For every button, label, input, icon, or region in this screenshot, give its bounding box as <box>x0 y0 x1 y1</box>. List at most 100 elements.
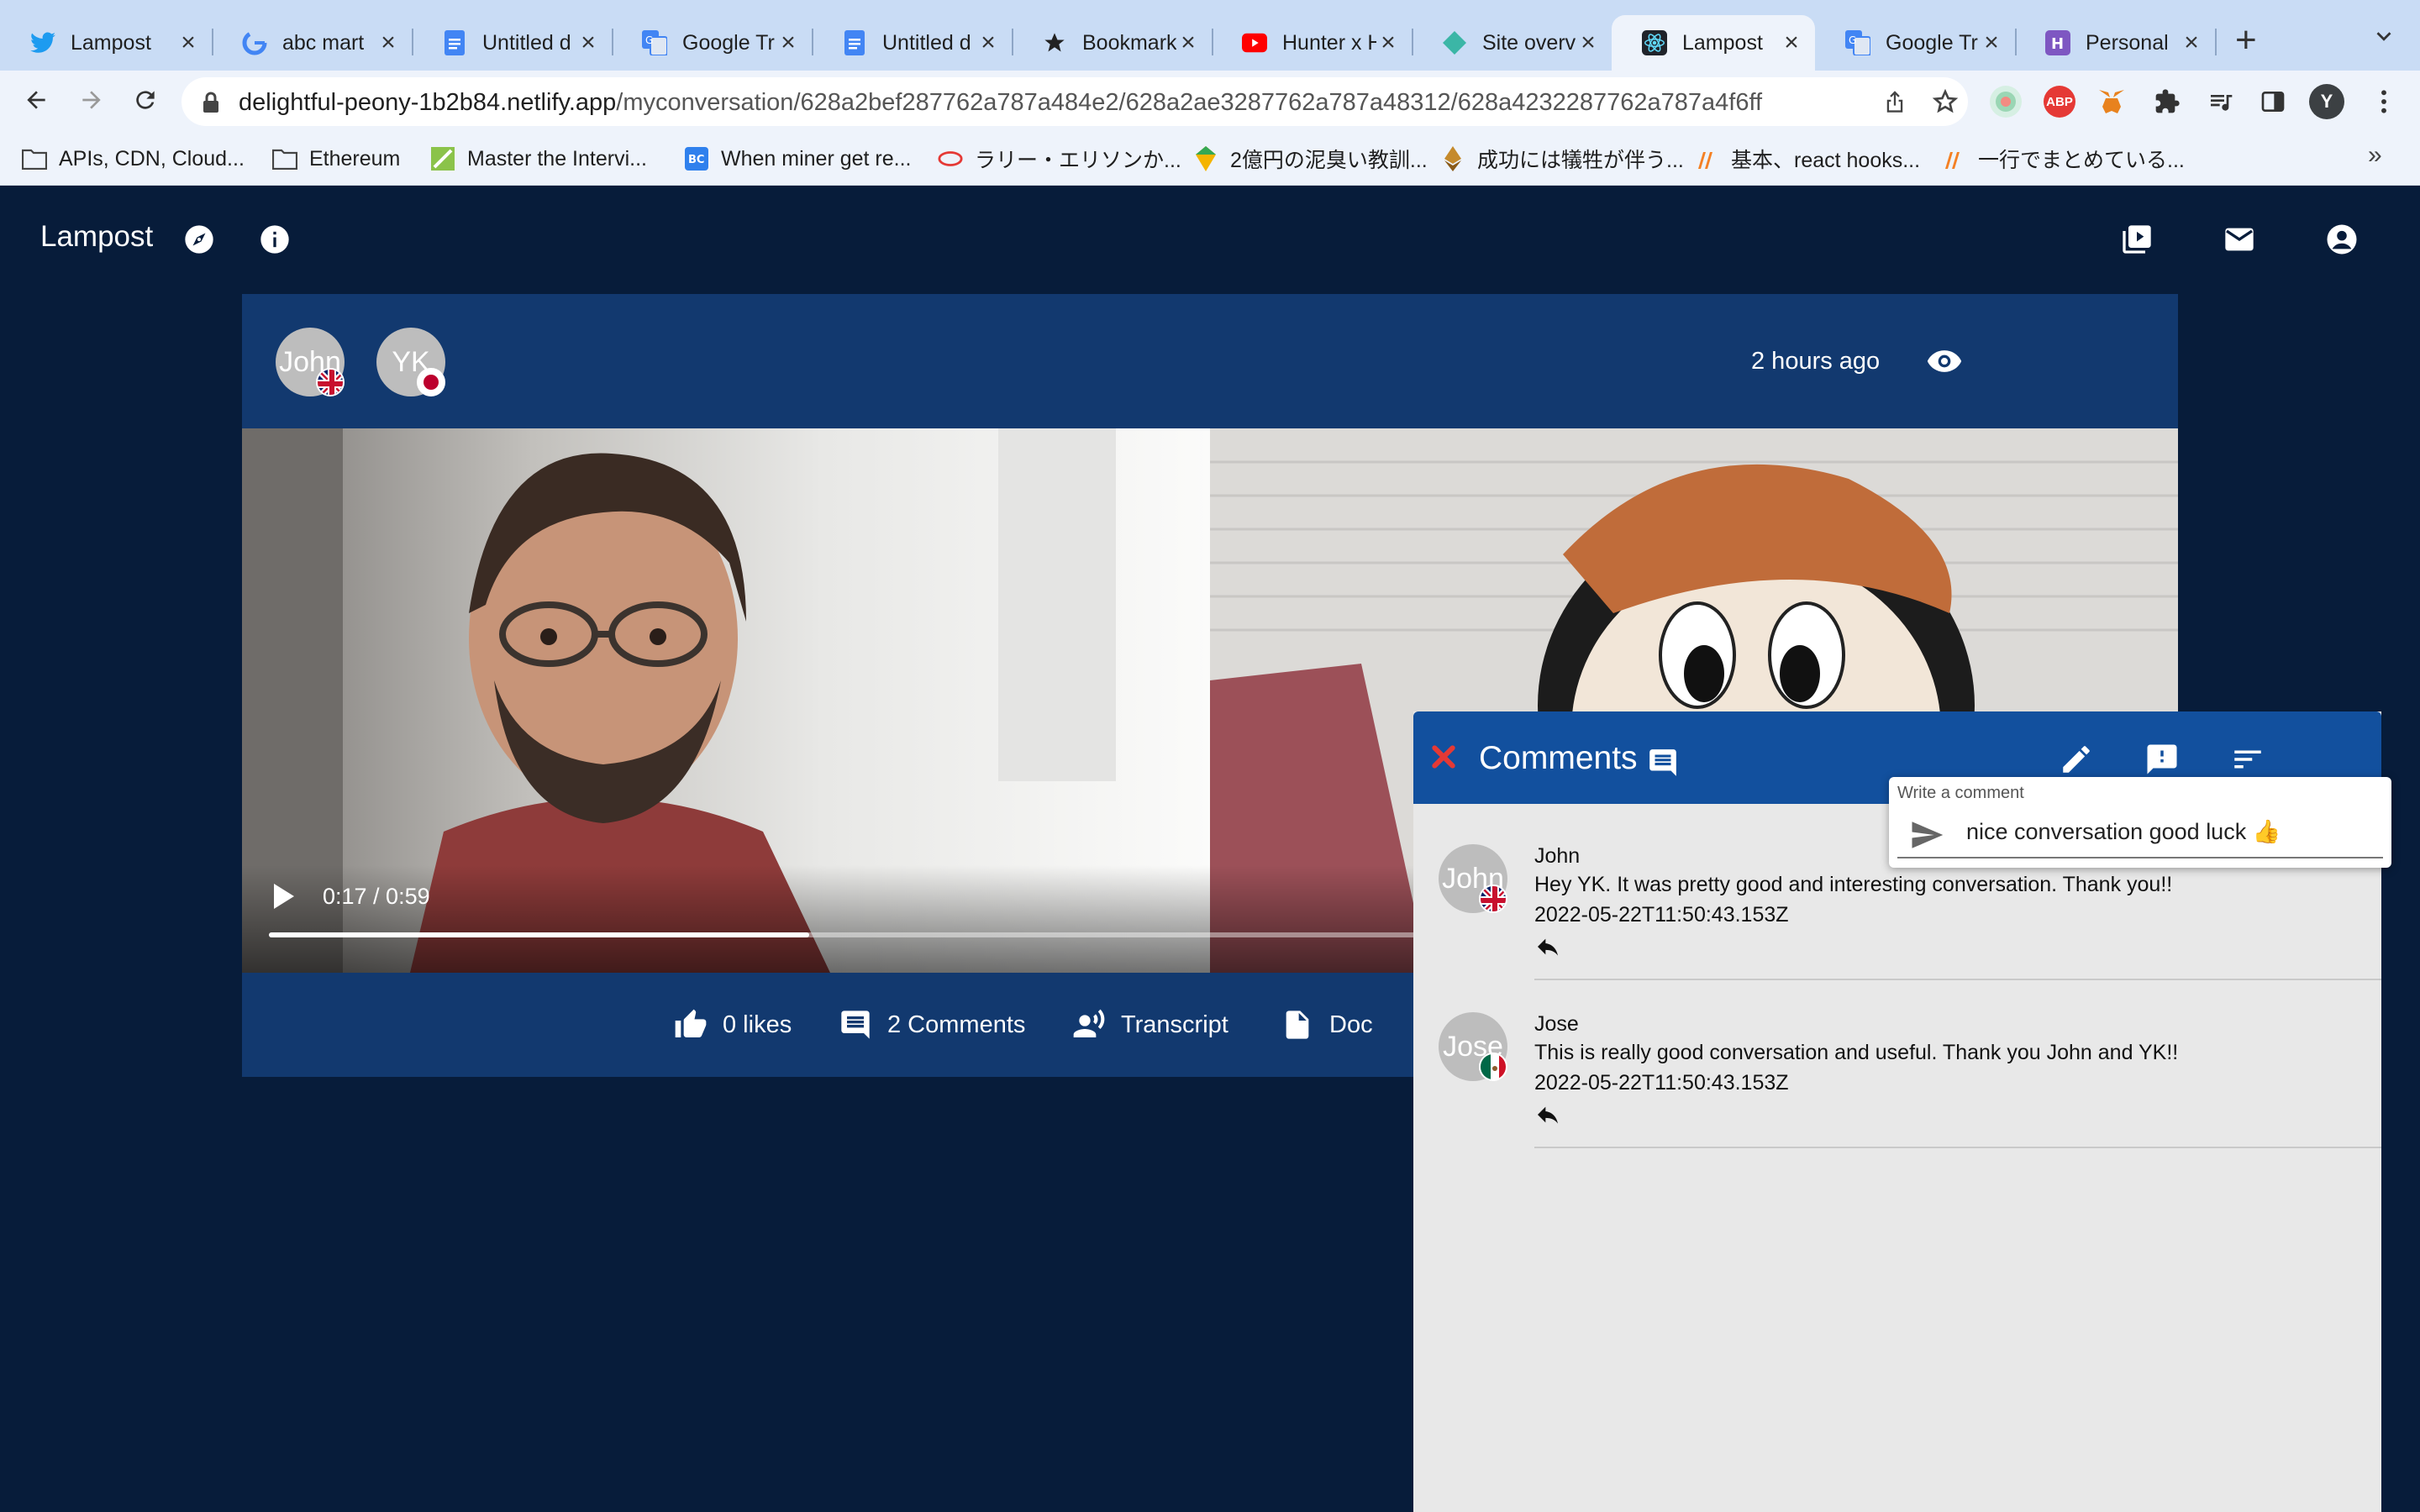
play-icon[interactable] <box>271 882 296 911</box>
close-icon[interactable] <box>1430 743 1457 770</box>
bookmark-link[interactable]: 基本、react hooks... <box>1694 143 1920 175</box>
adblock-icon[interactable]: ABP <box>2044 86 2075 118</box>
send-icon[interactable] <box>1909 817 1944 853</box>
address-bar[interactable]: delightful-peony-1b2b84.netlify.app/myco… <box>182 77 1968 126</box>
browser-tab[interactable]: Site overv × <box>1412 15 1612 71</box>
edit-pencil-icon[interactable] <box>2059 742 2094 777</box>
avatar[interactable]: YK <box>376 328 445 396</box>
bookmark-link[interactable]: Master the Intervi... <box>430 143 647 175</box>
site-icon: BC <box>684 147 709 171</box>
bookmark-link[interactable]: ラリー・エリソンか... <box>938 143 1181 175</box>
tab-title: Google Tr <box>682 30 775 55</box>
comment-date: 2022-05-22T11:50:43.153Z <box>1534 1071 1789 1095</box>
tab-close-icon[interactable]: × <box>1576 29 1600 57</box>
avatar[interactable]: John <box>276 328 345 396</box>
like-button[interactable]: 0 likes <box>674 1005 792 1045</box>
bookmark-folder[interactable]: Ethereum <box>272 143 400 175</box>
conversation-header: John YK 2 hours ago <box>242 294 2178 428</box>
lock-icon[interactable] <box>202 92 220 113</box>
twitter-icon <box>30 30 55 55</box>
youtube-icon <box>1242 30 1267 55</box>
reply-icon[interactable] <box>1534 1101 1563 1130</box>
bookmark-folder[interactable]: APIs, CDN, Cloud... <box>22 143 245 175</box>
tab-search-icon[interactable] <box>2371 24 2396 49</box>
tab-close-icon[interactable]: × <box>1376 29 1400 57</box>
browser-menu-icon[interactable] <box>2368 86 2400 118</box>
tab-close-icon[interactable]: × <box>1780 29 1803 57</box>
bookmark-label: Ethereum <box>309 146 401 171</box>
comment-author: Jose <box>1534 1012 1579 1036</box>
browser-tab[interactable]: G Google Tr × <box>1815 15 2015 71</box>
media-control-icon[interactable] <box>2205 86 2237 118</box>
avatar[interactable]: Jose <box>1439 1012 1507 1081</box>
reply-icon[interactable] <box>1534 933 1563 962</box>
mail-icon[interactable] <box>2222 222 2257 257</box>
tab-close-icon[interactable]: × <box>976 29 1000 57</box>
browser-tab[interactable]: Hunter x H × <box>1212 15 1412 71</box>
docs-icon <box>442 30 467 55</box>
transcript-label: Transcript <box>1121 1011 1228 1038</box>
tab-close-icon[interactable]: × <box>1176 29 1200 57</box>
bookmark-link[interactable]: 一行でまとめている... <box>1941 143 2185 175</box>
share-icon[interactable] <box>1881 87 1909 116</box>
svg-text:G: G <box>1849 34 1856 46</box>
tab-close-icon[interactable]: × <box>2180 29 2203 57</box>
tab-title: Lampost <box>71 30 151 55</box>
extensions-puzzle-icon[interactable] <box>2151 86 2183 118</box>
doc-button[interactable]: Doc <box>1281 1005 1373 1045</box>
speaker-voice-icon <box>1072 1008 1106 1042</box>
bookmark-label: 一行でまとめている... <box>1978 149 2185 172</box>
comments-button[interactable]: 2 Comments <box>839 1005 1025 1045</box>
tab-close-icon[interactable]: × <box>1980 29 2003 57</box>
info-icon[interactable] <box>257 222 292 257</box>
eye-icon[interactable] <box>1926 343 1963 380</box>
mexico-flag-icon <box>1479 1053 1507 1081</box>
explore-compass-icon[interactable] <box>182 222 217 257</box>
tab-close-icon[interactable]: × <box>176 29 200 57</box>
likes-count: 0 likes <box>723 1011 792 1038</box>
metamask-icon[interactable] <box>2096 86 2128 118</box>
url-host: delightful-peony-1b2b84.netlify.app <box>239 89 617 116</box>
url-text[interactable]: delightful-peony-1b2b84.netlify.app/myco… <box>239 89 1762 117</box>
avatar[interactable]: John <box>1439 844 1507 913</box>
browser-tab[interactable]: Bookmark × <box>1012 15 1212 71</box>
profile-avatar[interactable]: Y <box>2309 84 2344 119</box>
bookmark-link[interactable]: 2億円の泥臭い教訓... <box>1193 143 1428 175</box>
feedback-icon[interactable] <box>2144 742 2180 777</box>
folder-icon <box>272 147 297 171</box>
extension-icon[interactable] <box>1990 86 2022 118</box>
account-icon[interactable] <box>2324 222 2360 257</box>
transcript-button[interactable]: Transcript <box>1072 1005 1228 1045</box>
new-tab-button[interactable]: + <box>2235 22 2257 59</box>
back-button[interactable] <box>20 86 52 118</box>
video-library-icon[interactable] <box>2119 222 2154 257</box>
browser-tab[interactable]: Lampost × <box>0 15 212 71</box>
bookmark-link[interactable]: BC When miner get re... <box>684 143 911 175</box>
bookmark-star-icon[interactable] <box>1931 87 1960 116</box>
bookmark-label: Master the Intervi... <box>467 146 647 171</box>
tab-close-icon[interactable]: × <box>776 29 800 57</box>
side-panel-icon[interactable] <box>2257 86 2289 118</box>
tab-close-icon[interactable]: × <box>576 29 600 57</box>
reload-button[interactable] <box>129 86 161 118</box>
browser-tab[interactable]: Untitled d × <box>812 15 1012 71</box>
bookmarks-overflow-button[interactable]: » <box>2368 141 2382 170</box>
app-brand[interactable]: Lampost <box>40 220 153 254</box>
browser-tab[interactable]: abc mart × <box>212 15 412 71</box>
browser-tab[interactable]: Untitled d × <box>412 15 612 71</box>
browser-tab[interactable]: H Personal × <box>2015 15 2215 71</box>
comment-input[interactable] <box>1966 811 2370 853</box>
browser-tab[interactable]: G Google Tr × <box>612 15 812 71</box>
comment-text: This is really good conversation and use… <box>1534 1041 2179 1064</box>
netlify-icon <box>1442 30 1467 55</box>
browser-tab-active[interactable]: Lampost × <box>1612 15 1815 71</box>
bookmark-link[interactable]: 成功には犠牲が伴う... <box>1440 143 1684 175</box>
tab-close-icon[interactable]: × <box>376 29 400 57</box>
doc-label: Doc <box>1329 1011 1373 1038</box>
url-path: /myconversation/628a2bef287762a787a484e2… <box>616 89 1763 116</box>
translate-icon: G <box>642 30 667 55</box>
sort-icon[interactable] <box>2230 742 2265 777</box>
forward-button[interactable] <box>76 86 108 118</box>
tab-title: Google Tr <box>1886 30 1978 55</box>
reload-icon <box>132 87 159 118</box>
